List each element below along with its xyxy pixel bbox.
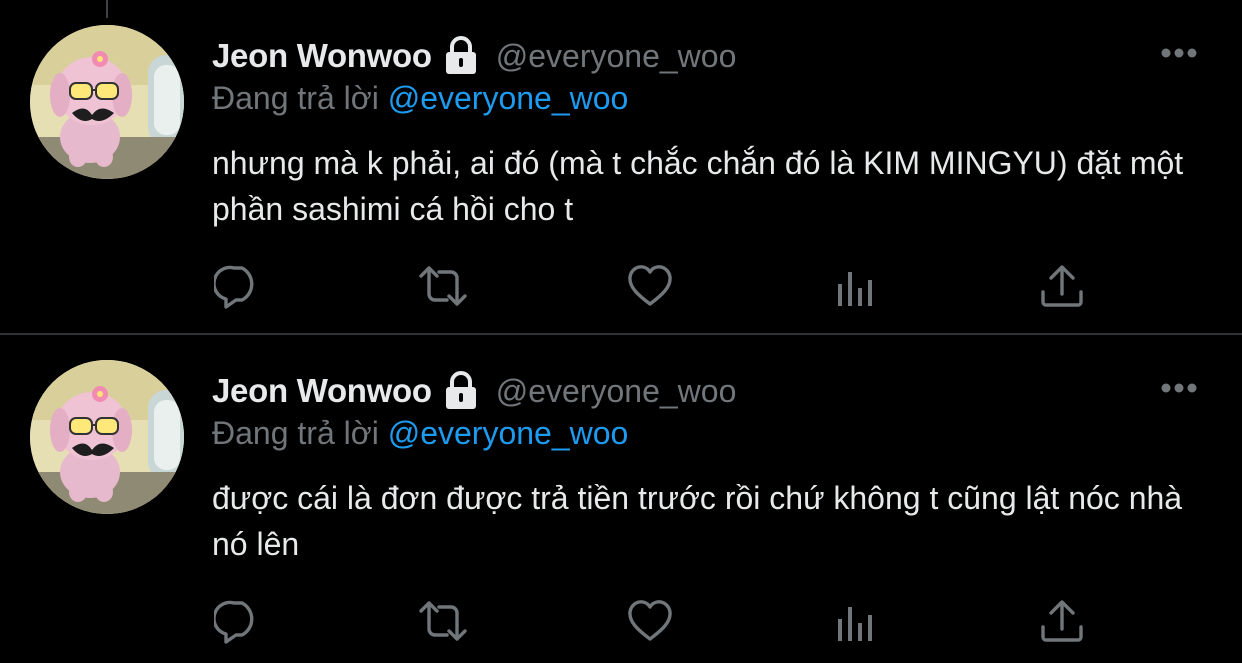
reply-icon[interactable] xyxy=(210,258,266,314)
lock-icon xyxy=(442,36,480,76)
tweet-header: Jeon Wonwoo @everyone_woo xyxy=(212,36,736,76)
reply-prefix: Đang trả lời xyxy=(212,80,379,116)
author-handle[interactable]: @everyone_woo xyxy=(496,38,737,75)
analytics-icon[interactable] xyxy=(828,258,884,314)
reply-mention-link[interactable]: @everyone_woo xyxy=(388,415,629,451)
like-icon[interactable] xyxy=(622,593,678,649)
timeline: Jeon Wonwoo @everyone_woo Đang trả lời @… xyxy=(0,0,1242,663)
retweet-icon[interactable] xyxy=(415,258,471,314)
tweet[interactable]: Jeon Wonwoo @everyone_woo Đang trả lời @… xyxy=(0,0,1242,333)
replying-to: Đang trả lời @everyone_woo xyxy=(212,415,628,452)
reply-mention-link[interactable]: @everyone_woo xyxy=(388,80,629,116)
tweet-text: nhưng mà k phải, ai đó (mà t chắc chắn đ… xyxy=(212,145,1184,227)
tweet-text: được cái là đơn được trả tiền trước rồi … xyxy=(212,480,1183,562)
more-options-icon[interactable] xyxy=(1160,381,1198,393)
author-name[interactable]: Jeon Wonwoo xyxy=(212,37,432,75)
more-options-icon[interactable] xyxy=(1160,46,1198,58)
retweet-icon[interactable] xyxy=(415,593,471,649)
reply-icon[interactable] xyxy=(210,593,266,649)
share-icon[interactable] xyxy=(1034,593,1090,649)
tweet[interactable]: Jeon Wonwoo @everyone_woo Đang trả lời @… xyxy=(0,335,1242,663)
tweet-actions xyxy=(0,593,1242,653)
share-icon[interactable] xyxy=(1034,258,1090,314)
avatar[interactable] xyxy=(30,25,184,179)
author-handle[interactable]: @everyone_woo xyxy=(496,373,737,410)
reply-prefix: Đang trả lời xyxy=(212,415,379,451)
avatar[interactable] xyxy=(30,360,184,514)
analytics-icon[interactable] xyxy=(828,593,884,649)
tweet-actions xyxy=(0,258,1242,318)
replying-to: Đang trả lời @everyone_woo xyxy=(212,80,628,117)
like-icon[interactable] xyxy=(622,258,678,314)
lock-icon xyxy=(442,371,480,411)
tweet-header: Jeon Wonwoo @everyone_woo xyxy=(212,371,736,411)
author-name[interactable]: Jeon Wonwoo xyxy=(212,372,432,410)
